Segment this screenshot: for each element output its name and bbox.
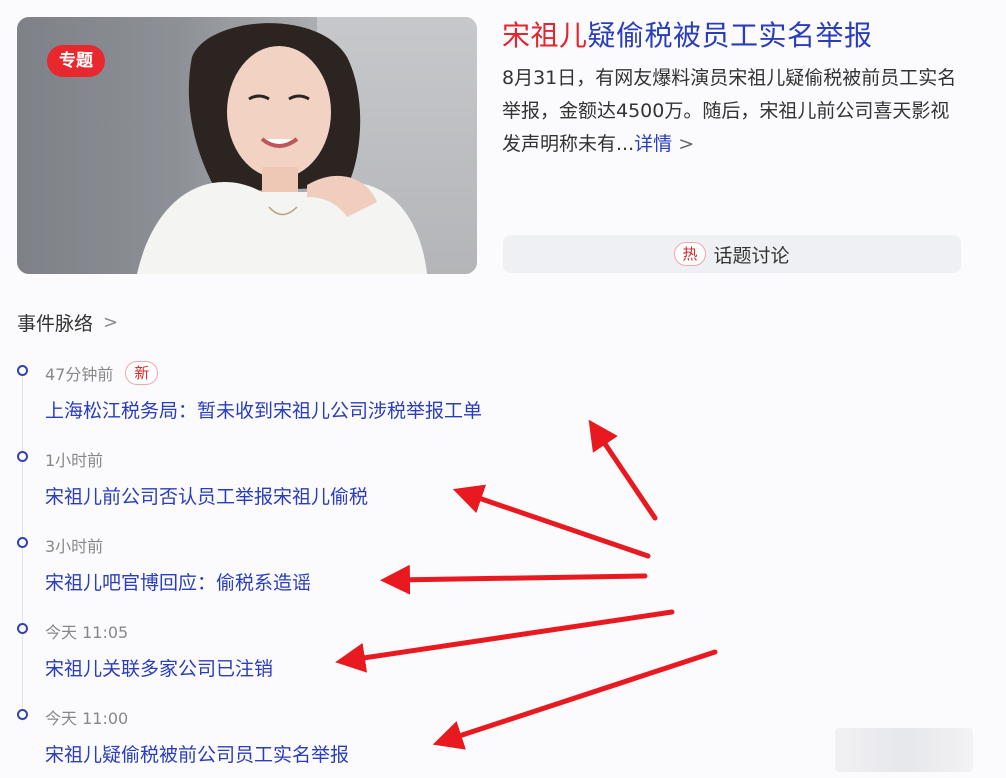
event-time: 今天 11:05: [45, 623, 129, 642]
event-time: 3小时前: [45, 537, 104, 556]
timeline-title: 事件脉络: [17, 313, 94, 335]
timeline-dot: [17, 365, 28, 376]
timeline-dot: [17, 709, 28, 720]
topic-discussion-button[interactable]: 热 话题讨论: [503, 235, 961, 273]
event-time-text: 47分钟前: [45, 365, 114, 384]
topic-discussion-label: 话题讨论: [713, 244, 790, 267]
new-badge: 新: [125, 361, 159, 385]
news-topic-card: 专题 宋祖儿疑偷税被员工实名举报 8月31日，有网友爆料演员宋祖儿疑偷税被前员工…: [0, 0, 1006, 778]
arrow-2: [452, 484, 651, 559]
hero-image[interactable]: 专题: [17, 17, 477, 274]
details-link[interactable]: 详情: [634, 133, 672, 155]
event-time: 1小时前: [45, 451, 104, 470]
hot-badge: 热: [674, 242, 706, 266]
event-headline[interactable]: 上海松江税务局：暂未收到宋祖儿公司涉税举报工单: [45, 396, 482, 423]
timeline-dot: [17, 623, 28, 634]
chevron-right-icon: >: [678, 133, 695, 155]
event-headline[interactable]: 宋祖儿前公司否认员工举报宋祖儿偷税: [45, 482, 368, 509]
event-time: 47分钟前 新: [45, 361, 159, 385]
event-headline[interactable]: 宋祖儿疑偷税被前公司员工实名举报: [45, 740, 349, 767]
timeline-dot: [17, 537, 28, 548]
event-headline[interactable]: 宋祖儿关联多家公司已注销: [45, 654, 273, 681]
summary-body: 8月31日，有网友爆料演员宋祖儿疑偷税被前员工实名举报，金额达4500万。随后，…: [502, 67, 957, 155]
event-time: 今天 11:00: [45, 709, 129, 728]
summary-text: 8月31日，有网友爆料演员宋祖儿疑偷税被前员工实名举报，金额达4500万。随后，…: [502, 62, 962, 161]
watermark-blur: [835, 728, 973, 772]
timeline-header[interactable]: 事件脉络 >: [17, 309, 118, 336]
title-rest: 疑偷税被员工实名举报: [587, 19, 873, 52]
arrow-3: [380, 564, 648, 595]
headline-title[interactable]: 宋祖儿疑偷税被员工实名举报: [502, 18, 873, 54]
timeline-dot: [17, 451, 28, 462]
arrow-1: [588, 419, 658, 521]
event-headline[interactable]: 宋祖儿吧官博回应：偷税系造谣: [45, 568, 311, 595]
arrow-4: [335, 609, 675, 673]
arrow-5: [432, 649, 718, 750]
title-highlight: 宋祖儿: [502, 19, 588, 52]
topic-tag: 专题: [47, 45, 105, 77]
chevron-right-icon: >: [103, 312, 119, 333]
